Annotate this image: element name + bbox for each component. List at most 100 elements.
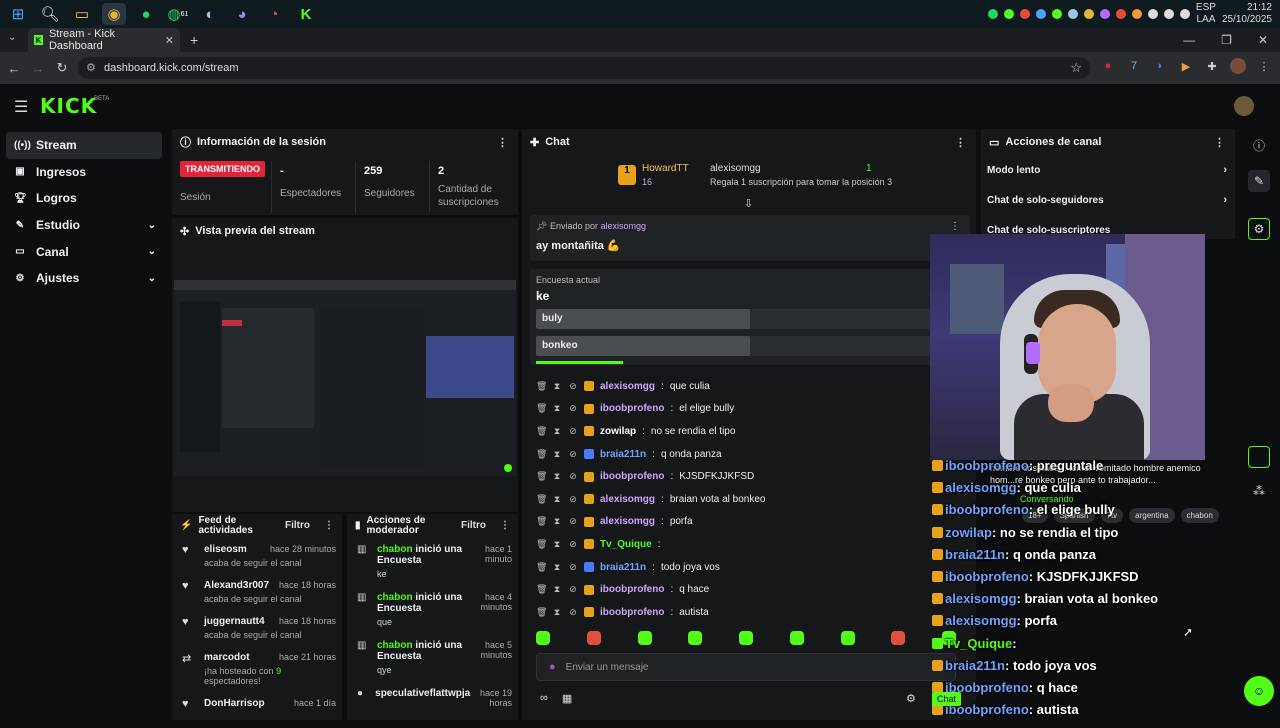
clock[interactable]: 21:12 25/10/2025 [1222, 2, 1272, 26]
poll-option[interactable]: buly 5 [536, 309, 936, 329]
sidebar-item-ingresos[interactable]: ▣ Ingresos [6, 159, 162, 186]
delete-icon[interactable]: 🗑︎ [536, 607, 547, 618]
timeout-icon[interactable]: ⧗ [552, 403, 562, 414]
chat-user[interactable]: alexisomgg [600, 516, 655, 527]
chat-user[interactable]: zowilap [600, 426, 636, 437]
sidebar-item-logros[interactable]: 🏆︎ Logros [6, 185, 162, 212]
discord-icon[interactable]: ◕ [230, 3, 254, 25]
gift-icon[interactable]: ▦ [562, 692, 572, 705]
panel-icon[interactable] [1248, 446, 1270, 468]
expand-down-icon[interactable]: ⇩ [744, 197, 753, 210]
chat-user[interactable]: iboobprofeno [600, 584, 664, 595]
window-close-icon[interactable]: ✕ [1258, 33, 1268, 47]
chrome-icon[interactable]: ◉ [102, 3, 126, 25]
ban-icon[interactable]: ⊘ [568, 584, 578, 595]
language-indicator[interactable]: ESP LAA [1196, 2, 1216, 26]
mod-user[interactable]: chabon [377, 544, 413, 555]
site-info-icon[interactable]: ⚙ [86, 61, 96, 74]
more-options-icon[interactable]: ⋮ [950, 221, 960, 232]
timeout-icon[interactable]: ⧗ [552, 584, 562, 595]
timeout-icon[interactable]: ⧗ [552, 449, 562, 460]
new-tab-icon[interactable]: + [190, 32, 198, 48]
sidebar-item-canal[interactable]: ▭ Canal ⌄ [6, 238, 162, 265]
mod-user[interactable]: chabon [377, 592, 413, 603]
delete-icon[interactable]: 🗑︎ [536, 426, 547, 437]
action-slow-mode[interactable]: Modo lento › [981, 155, 1235, 185]
mod-user[interactable]: speculativeflattwpja [375, 688, 470, 699]
forward-icon[interactable]: → [26, 61, 50, 76]
tray-wifi-icon[interactable] [1163, 9, 1174, 19]
chat-user[interactable]: alexisomgg [600, 381, 655, 392]
user-avatar[interactable] [1234, 96, 1254, 116]
more-options-icon[interactable]: ⋮ [1214, 136, 1225, 149]
sidebar-item-ajustes[interactable]: ⚙ Ajustes ⌄ [6, 265, 162, 292]
ban-icon[interactable]: ⊘ [568, 471, 578, 482]
emote-icon[interactable] [688, 631, 703, 645]
kick-logo[interactable]: KICK [40, 94, 97, 118]
ban-icon[interactable]: ⊘ [568, 607, 578, 618]
more-options-icon[interactable]: ⋮ [324, 521, 334, 531]
ban-icon[interactable]: ⊘ [568, 403, 578, 414]
kick-icon[interactable]: K [294, 3, 318, 25]
stream-preview-video[interactable] [174, 280, 516, 476]
timeout-icon[interactable]: ⧗ [552, 494, 562, 505]
tray-orange-icon[interactable] [1131, 9, 1142, 19]
file-explorer-icon[interactable]: ▭ [70, 3, 94, 25]
timeout-icon[interactable]: ⧗ [552, 562, 562, 573]
help-chat-icon[interactable]: ☺ [1244, 676, 1274, 706]
gift-user[interactable]: HowardTT [642, 163, 689, 174]
ban-icon[interactable]: ⊘ [568, 426, 578, 437]
filter-button[interactable]: Filtro [285, 521, 310, 531]
chat-settings-icon[interactable]: ⚙ [906, 692, 916, 705]
browser-tab-active[interactable]: K Stream - Kick Dashboard ✕ [28, 28, 180, 52]
ban-icon[interactable]: ⊘ [568, 539, 578, 550]
infinity-icon[interactable]: ∞ [540, 692, 548, 705]
maximize-icon[interactable]: ❐ [1221, 33, 1232, 47]
delete-icon[interactable]: 🗑︎ [536, 562, 547, 573]
chat-user[interactable]: braia211n [600, 449, 646, 460]
minimize-icon[interactable]: — [1183, 33, 1195, 47]
mod-user[interactable]: chabon [377, 640, 413, 651]
emote-icon[interactable] [840, 631, 855, 645]
tray-app-icon[interactable] [1003, 9, 1014, 19]
more-options-icon[interactable]: ⋮ [500, 521, 510, 531]
chat-user[interactable]: Tv_Quique [600, 539, 652, 550]
extension-7tv-icon[interactable]: 7 [1126, 58, 1142, 74]
chat-user[interactable]: iboobprofeno [600, 403, 664, 414]
emote-icon[interactable] [586, 631, 601, 645]
chat-user[interactable]: iboobprofeno [600, 471, 664, 482]
reload-icon[interactable]: ↻ [50, 60, 74, 76]
extension-red-icon[interactable]: ● [1100, 58, 1116, 74]
tray-kick-icon[interactable] [1051, 9, 1062, 19]
emote-icon[interactable] [536, 631, 550, 645]
gift-leaderboard[interactable]: 1 HowardTT 16 alexisomgg Regala 1 suscri… [618, 159, 978, 195]
spotify-icon[interactable]: ● [134, 3, 158, 25]
back-icon[interactable]: ← [2, 61, 26, 76]
chat-input[interactable]: ● Enviar un mensaje [536, 653, 956, 681]
timeout-icon[interactable]: ⧗ [552, 426, 562, 437]
chat-user[interactable]: alexisomgg [600, 494, 655, 505]
extension-blue-icon[interactable]: ◗ [1152, 58, 1168, 74]
extension-play-icon[interactable]: ▶ [1178, 58, 1194, 74]
extensions-puzzle-icon[interactable]: ✚ [1204, 58, 1220, 74]
more-options-icon[interactable]: ⋮ [497, 136, 508, 149]
sidebar-item-stream[interactable]: ((•)) Stream [6, 132, 162, 159]
sidebar-item-estudio[interactable]: ✎ Estudio ⌄ [6, 212, 162, 239]
address-bar[interactable]: ⚙ dashboard.kick.com/stream ☆ [78, 57, 1090, 79]
bookmark-star-icon[interactable]: ☆ [1070, 60, 1082, 76]
delete-icon[interactable]: 🗑︎ [536, 471, 547, 482]
chat-user[interactable]: iboobprofeno [600, 607, 664, 618]
ban-icon[interactable]: ⊘ [568, 494, 578, 505]
emote-icon[interactable] [891, 631, 906, 645]
delete-icon[interactable]: 🗑︎ [536, 494, 547, 505]
hamburger-menu-icon[interactable]: ☰ [14, 97, 28, 117]
app-icon[interactable]: ◔ [262, 3, 286, 25]
ban-icon[interactable]: ⊘ [568, 562, 578, 573]
tray-bluetooth-icon[interactable] [1035, 9, 1046, 19]
tray-steam-icon[interactable] [1067, 9, 1078, 19]
timeout-icon[interactable]: ⧗ [552, 471, 562, 482]
tab-close-icon[interactable]: ✕ [165, 34, 174, 47]
ban-icon[interactable]: ⊘ [568, 449, 578, 460]
ban-icon[interactable]: ⊘ [568, 381, 578, 392]
gift-next-user[interactable]: alexisomgg [710, 163, 761, 174]
